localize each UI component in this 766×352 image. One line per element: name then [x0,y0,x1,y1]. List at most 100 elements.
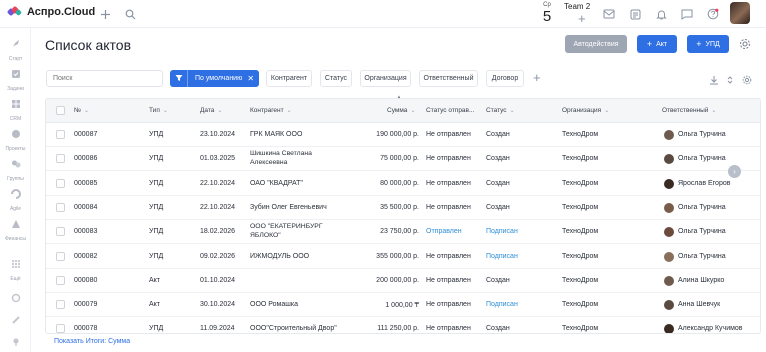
row-checkbox[interactable] [56,154,65,164]
row-status: Создан [486,325,510,333]
search-input[interactable] [46,70,163,87]
sidebar-item-projects[interactable]: Проекты [0,126,31,152]
row-responsible[interactable]: Ольга Турчина [678,131,726,138]
row-number[interactable]: 000086 [74,155,97,162]
row-counterparty[interactable]: ОАО "КВАДРАТ" [250,180,303,187]
row-checkbox[interactable] [56,275,65,285]
sort-arrows-icon[interactable] [725,75,735,85]
download-icon[interactable] [709,75,719,85]
row-responsible[interactable]: Алина Шкурко [678,277,724,284]
col-organization[interactable]: Организация ⌄ [562,107,609,114]
chat-icon[interactable] [680,7,694,21]
gear-icon[interactable] [739,38,751,50]
table-settings-icon[interactable] [742,75,752,85]
row-responsible[interactable]: Анна Шевчук [678,301,720,308]
sidebar-extra-3[interactable] [0,334,31,352]
page-title: Список актов [45,37,132,53]
close-icon[interactable]: ✕ [247,74,254,83]
select-all-checkbox[interactable] [56,106,65,115]
col-responsible[interactable]: Ответственный ⌄ [662,107,716,114]
add-act-button[interactable]: + Акт [637,35,677,53]
sidebar-item-more[interactable]: Ещё [0,256,31,282]
app-logo[interactable]: Аспро.Cloud [6,5,95,18]
responsible-avatar [664,202,674,213]
bell-icon[interactable] [654,7,668,21]
user-avatar[interactable] [730,2,750,24]
col-status[interactable]: Статус ⌄ [486,107,515,114]
col-number[interactable]: № ⌄ [74,107,89,114]
row-number[interactable]: 000082 [74,253,97,260]
row-number[interactable]: 000079 [74,301,97,308]
filter-chip-contract[interactable]: Договор [486,70,524,87]
row-checkbox[interactable] [56,130,65,139]
col-counterparty[interactable]: Контрагент ⌄ [250,107,292,114]
row-counterparty[interactable]: ГРК МАЯК ООО [250,131,302,138]
sidebar-extra-1[interactable] [0,290,31,308]
table-row[interactable]: 000084 УПД 22.10.2024 Зубин Олег Евгеньевич… [46,196,760,220]
table-row[interactable]: 000078 УПД 11.09.2024 ООО"Строительный Двор… [46,317,760,333]
help-icon[interactable] [706,7,720,21]
table-row[interactable]: 000083 УПД 18.02.2026 ООО "ЕКАТЕРИНБУРГ ЯБЛО… [46,220,760,245]
col-type[interactable]: Тип ⌄ [149,107,168,114]
sidebar-item-tasks[interactable]: Задачи [0,66,31,92]
sidebar-extra-2[interactable] [0,312,31,330]
row-responsible[interactable]: Ольга Турчина [678,204,726,211]
row-number[interactable]: 000083 [74,228,97,235]
row-sum: 111 250,00 р. [377,325,419,333]
col-send-status[interactable]: Статус отправ... [426,107,474,114]
row-counterparty[interactable]: ООО Ромашка [250,301,298,308]
row-number[interactable]: 000084 [74,204,97,211]
row-responsible[interactable]: Ольга Турчина [678,253,726,260]
sidebar-item-start[interactable]: Старт [0,36,31,62]
row-checkbox[interactable] [56,251,65,261]
sidebar-item-crm[interactable]: CRM [0,96,31,122]
add-upd-button[interactable]: + УПД [687,35,729,53]
notes-icon[interactable] [628,7,642,21]
filter-chip-responsible[interactable]: Ответственный [419,70,478,87]
team-label[interactable]: Team 2 [564,2,590,11]
row-number[interactable]: 000085 [74,180,97,187]
sidebar-item-agile[interactable]: Agile [0,186,31,212]
table-row[interactable]: 000079 Акт 30.10.2024 ООО Ромашка 1 000,00 ₸… [46,293,760,318]
sidebar-item-label: Проекты [5,146,26,152]
show-totals-link[interactable]: Показать Итоги: Сумма [54,338,130,345]
row-checkbox[interactable] [56,227,65,237]
row-responsible[interactable]: Александр Кучимов [678,325,743,332]
row-counterparty[interactable]: ООО "ЕКАТЕРИНБУРГ ЯБЛОКО" [250,223,323,240]
row-checkbox[interactable] [56,324,65,333]
team-add-icon[interactable]: + [578,12,586,25]
table-row[interactable]: 000082 УПД 09.02.2026 ИЖМОДУЛЬ ООО 355 000,0… [46,245,760,269]
col-date[interactable]: Дата ⌄ [200,107,222,114]
table-row[interactable]: 000087 УПД 23.10.2024 ГРК МАЯК ООО 190 000,0… [46,123,760,147]
row-number[interactable]: 000087 [74,131,97,138]
sidebar-item-groups[interactable]: Группы [0,156,31,182]
filter-chip-counterparty[interactable]: Контрагент [266,70,312,87]
filter-chip-status[interactable]: Статус [320,70,352,87]
row-counterparty[interactable]: ИЖМОДУЛЬ ООО [250,253,309,260]
table-row[interactable]: 000080 Акт 01.10.2024 200 000,00 р. Не отпра… [46,269,760,293]
row-responsible[interactable]: Ольга Турчина [678,228,726,235]
table-row[interactable]: 000086 УПД 01.03.2025 Шишкина Светлана Алекс… [46,147,760,172]
row-responsible[interactable]: Ольга Турчина [678,155,726,162]
table-row[interactable]: 000085 УПД 22.10.2024 ОАО "КВАДРАТ" 80 000,0… [46,172,760,196]
filter-chip-organization[interactable]: Организация [360,70,411,87]
row-counterparty[interactable]: ООО"Строительный Двор" [250,325,337,332]
search-icon[interactable] [123,7,137,21]
mail-icon[interactable] [602,7,616,21]
row-checkbox[interactable] [56,202,65,212]
scroll-right-icon[interactable]: › [728,165,741,178]
row-responsible[interactable]: Ярослав Егоров [678,180,730,187]
row-counterparty[interactable]: Зубин Олег Евгеньевич [250,204,327,211]
sidebar-item-finance[interactable]: Финансы [0,216,31,242]
row-counterparty[interactable]: Шишкина Светлана Алексеевна [250,150,312,167]
calendar-date[interactable]: Ср 5 [538,2,556,24]
row-checkbox[interactable] [56,300,65,310]
row-checkbox[interactable] [56,178,65,188]
row-number[interactable]: 000080 [74,277,97,284]
add-filter-icon[interactable]: + [533,71,541,84]
row-number[interactable]: 000078 [74,325,97,332]
autoactions-button[interactable]: Автодействия [565,35,627,53]
col-sum[interactable]: Сумма ⌄ [387,107,415,114]
default-filter-button[interactable]: По умолчанию ✕ [170,70,259,87]
add-icon[interactable] [98,7,112,21]
